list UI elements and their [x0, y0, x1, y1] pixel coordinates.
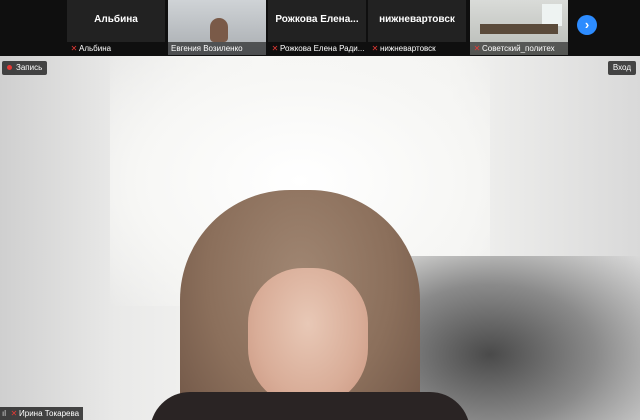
participant-caption: ✕ нижневартовск	[368, 42, 466, 55]
participant-tile[interactable]: Евгения Возиленко	[168, 0, 266, 55]
chevron-right-icon: ›	[584, 17, 590, 32]
record-dot-icon	[7, 65, 12, 71]
participant-caption: ✕ Альбина	[67, 42, 165, 55]
muted-mic-icon: ✕	[371, 44, 379, 53]
participant-caption: Евгения Возиленко	[168, 42, 266, 55]
muted-mic-icon: ✕	[10, 409, 18, 418]
speaker-shirt	[150, 392, 470, 420]
participant-name: нижневартовск	[379, 14, 455, 25]
speaker-name: Ирина Токарева	[19, 409, 80, 418]
room-table	[480, 24, 558, 34]
participant-video	[210, 18, 228, 42]
active-speaker-video	[0, 56, 640, 420]
recording-indicator[interactable]: Запись	[2, 61, 48, 75]
participant-tile[interactable]: нижневартовск ✕ нижневартовск	[368, 0, 466, 55]
room-window	[542, 4, 562, 26]
muted-mic-icon: ✕	[473, 44, 481, 53]
participant-name: Альбина	[94, 14, 138, 25]
speaker-face	[248, 268, 368, 408]
participant-caption: ✕ Советский_политех	[470, 42, 568, 55]
participant-tile[interactable]: Альбина ✕ Альбина	[67, 0, 165, 55]
participant-tile[interactable]: ✕ Советский_политех	[470, 0, 568, 55]
participant-name: Рожкова Елена...	[275, 14, 359, 25]
speaker-name-bar: ıl ✕ Ирина Токарева	[0, 407, 84, 420]
enter-button[interactable]: Вход	[607, 61, 636, 75]
participant-caption: ✕ Рожкова Елена Ради...	[268, 42, 366, 55]
signal-icon: ıl	[2, 409, 6, 418]
next-page-button[interactable]: ›	[577, 15, 597, 35]
muted-mic-icon: ✕	[271, 44, 279, 53]
participant-tile[interactable]: Рожкова Елена... ✕ Рожкова Елена Ради...	[268, 0, 366, 55]
participants-strip: Альбина ✕ Альбина Евгения Возиленко Рожко…	[0, 0, 640, 56]
muted-mic-icon: ✕	[70, 44, 78, 53]
